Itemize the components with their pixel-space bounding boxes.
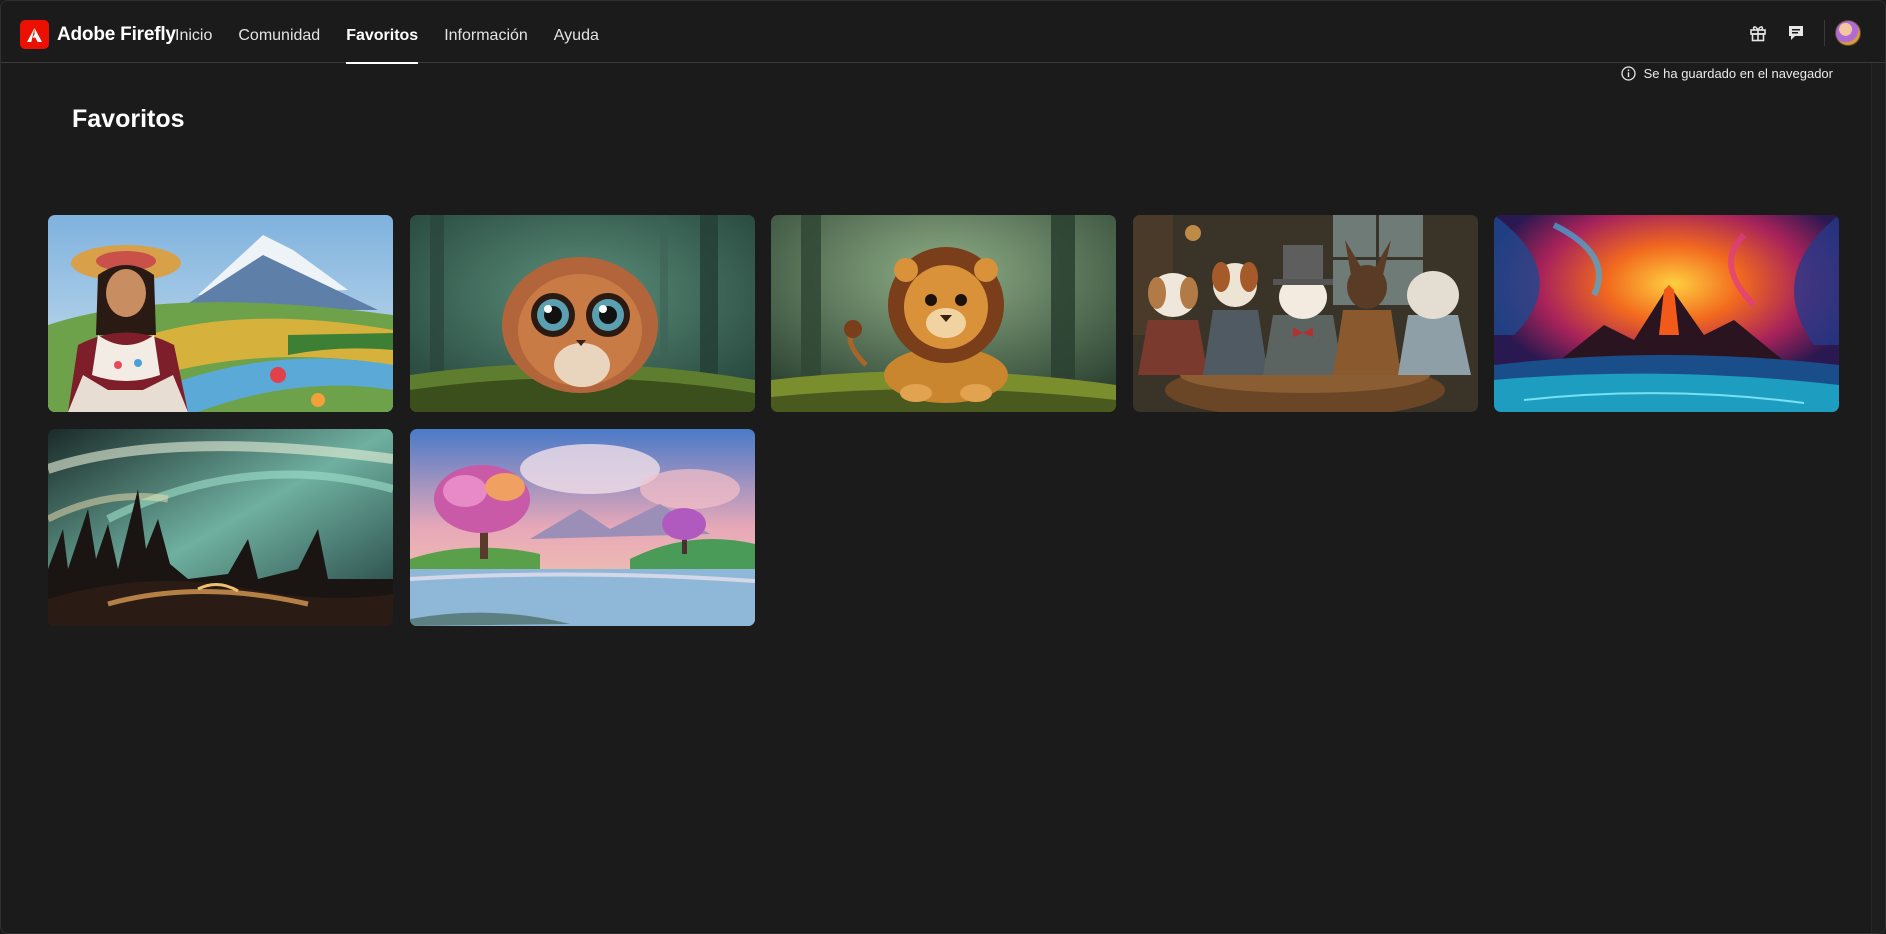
gallery-image-pink-tree-lake[interactable] xyxy=(409,429,755,626)
saved-notice-text: Se ha guardado en el navegador xyxy=(1643,66,1833,81)
avatar[interactable] xyxy=(1835,20,1861,46)
saved-in-browser-notice: Se ha guardado en el navegador xyxy=(1620,66,1833,81)
gallery-image-woman-traditional-dress[interactable] xyxy=(48,215,393,412)
page-title: Favoritos xyxy=(72,105,185,133)
tab-favoritos[interactable]: Favoritos xyxy=(346,1,419,64)
gallery-image-dark-spires-aurora[interactable] xyxy=(48,429,393,626)
tab-comunidad[interactable]: Comunidad xyxy=(238,1,320,63)
main-nav-tabs: Inicio Comunidad Favoritos Información A… xyxy=(175,1,625,64)
gallery-image-fluffy-creature[interactable] xyxy=(409,215,755,412)
top-navigation: Adobe Firefly Inicio Comunidad Favoritos… xyxy=(1,1,1885,64)
gift-icon[interactable] xyxy=(1744,19,1772,47)
brand-name: Adobe Firefly xyxy=(57,23,176,45)
chat-icon[interactable] xyxy=(1782,19,1810,47)
page-scrollbar[interactable] xyxy=(1871,63,1885,933)
nav-divider xyxy=(1824,20,1825,46)
tab-informacion[interactable]: Información xyxy=(444,1,528,63)
tab-ayuda[interactable]: Ayuda xyxy=(554,1,599,63)
info-icon xyxy=(1620,66,1636,81)
brand-home-link[interactable]: Adobe Firefly xyxy=(20,20,176,49)
gallery-image-volcanic-landscape[interactable] xyxy=(1494,215,1839,412)
adobe-logo-icon xyxy=(20,20,49,49)
gallery-image-lion-cub[interactable] xyxy=(771,215,1116,412)
favorites-gallery xyxy=(48,215,1840,626)
gallery-image-dogs-playing-cards[interactable] xyxy=(1132,215,1478,412)
app-window: Adobe Firefly Inicio Comunidad Favoritos… xyxy=(0,0,1886,934)
tab-inicio[interactable]: Inicio xyxy=(175,1,212,63)
nav-actions xyxy=(1734,19,1861,47)
